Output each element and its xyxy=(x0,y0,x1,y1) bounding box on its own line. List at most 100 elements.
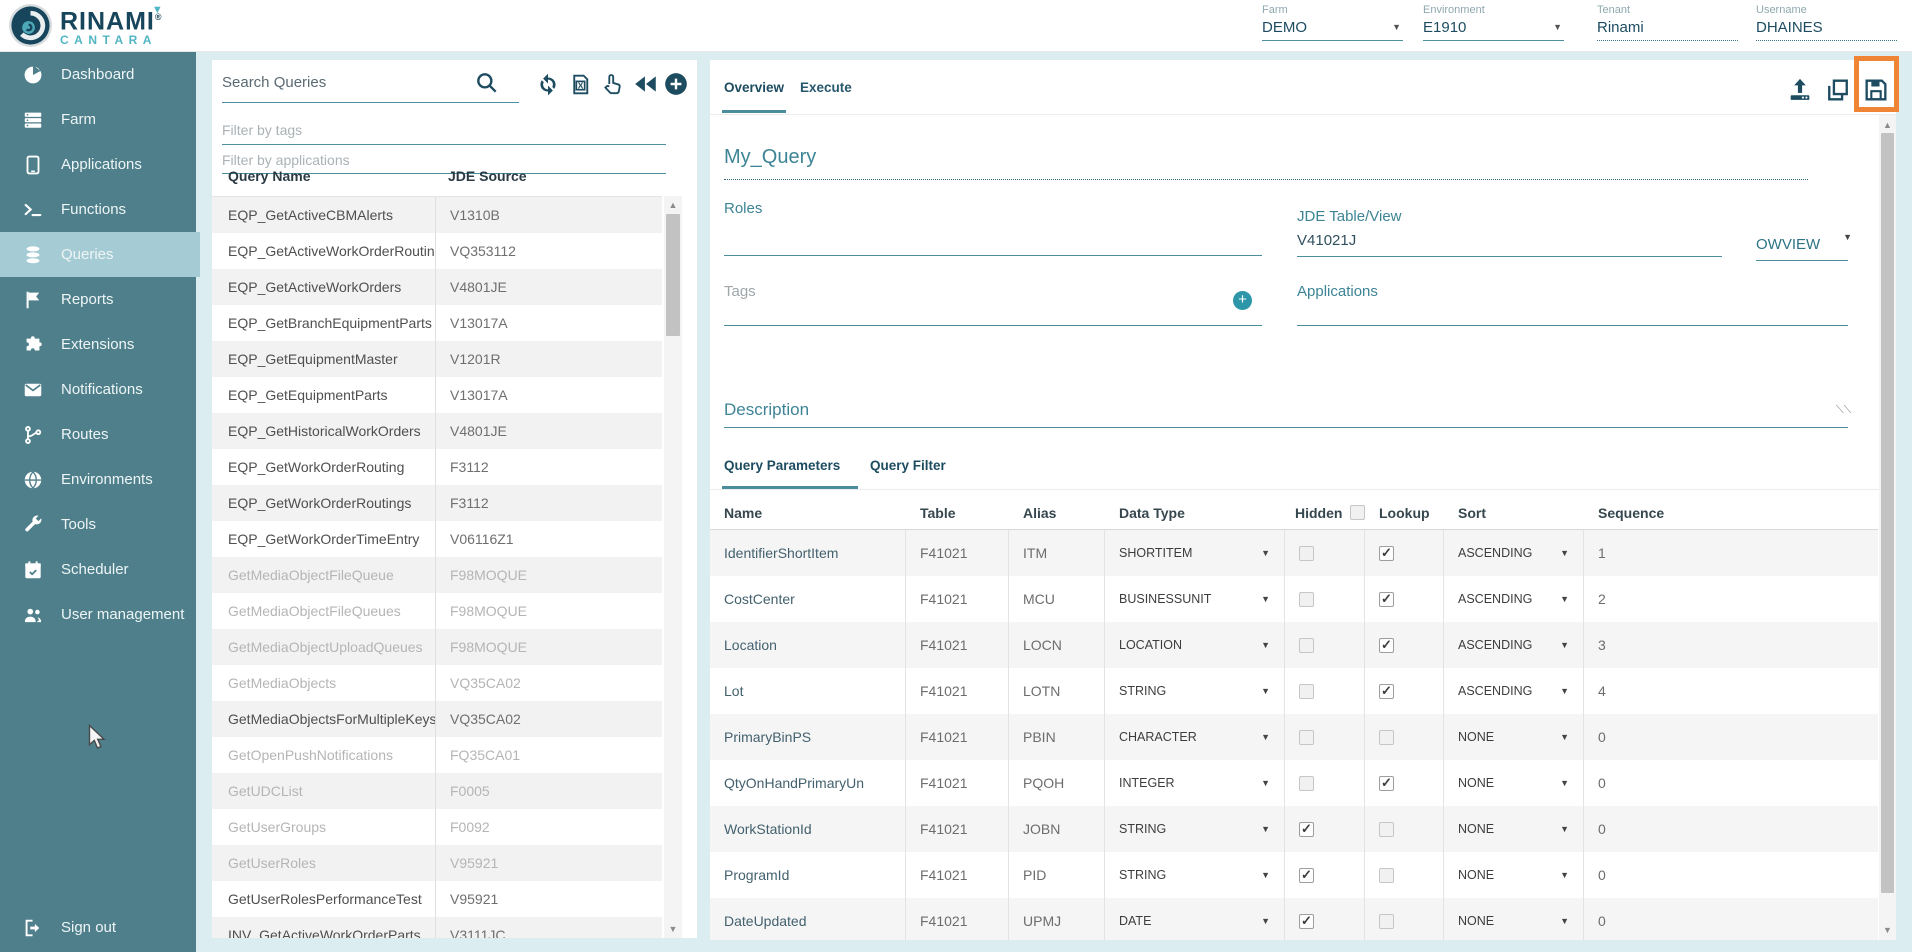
hidden-checkbox[interactable] xyxy=(1299,684,1314,699)
sort-select[interactable]: NONE▼ xyxy=(1444,852,1584,898)
copy-icon[interactable] xyxy=(1822,74,1854,106)
scroll-down-icon[interactable]: ▼ xyxy=(664,924,682,934)
data-type-select[interactable]: DATE▼ xyxy=(1105,898,1285,940)
data-type-select[interactable]: SHORTITEM▼ xyxy=(1105,530,1285,576)
scrollbar-thumb[interactable] xyxy=(1881,133,1894,893)
query-list-row[interactable]: GetUserRolesPerformanceTestV95921 xyxy=(212,881,662,917)
filter-tags-input[interactable]: Filter by tags xyxy=(222,122,302,138)
query-list-row[interactable]: EQP_GetEquipmentPartsV13017A xyxy=(212,377,662,413)
search-icon[interactable] xyxy=(474,70,500,96)
query-list-row[interactable]: GetMediaObjectUploadQueuesF98MOQUE xyxy=(212,629,662,665)
data-type-select[interactable]: BUSINESSUNIT▼ xyxy=(1105,576,1285,622)
query-list-row[interactable]: EQP_GetHistoricalWorkOrdersV4801JE xyxy=(212,413,662,449)
sort-select[interactable]: ASCENDING▼ xyxy=(1444,576,1584,622)
refresh-icon[interactable] xyxy=(534,70,562,98)
query-list-row[interactable]: EQP_GetEquipmentMasterV1201R xyxy=(212,341,662,377)
query-list-row[interactable]: EQP_GetBranchEquipmentPartsV13017A xyxy=(212,305,662,341)
query-list-row[interactable]: EQP_GetActiveWorkOrdersV4801JE xyxy=(212,269,662,305)
hidden-checkbox[interactable] xyxy=(1299,546,1314,561)
sidebar-item-user-management[interactable]: User management xyxy=(0,592,196,637)
search-input[interactable]: Search Queries xyxy=(222,74,326,91)
query-list-row[interactable]: INV_GetActiveWorkOrderPartsV3111JC xyxy=(212,917,662,938)
main-scrollbar[interactable]: ▲ ▼ xyxy=(1879,115,1896,940)
scrollbar-thumb[interactable] xyxy=(666,214,680,336)
data-type-select[interactable]: STRING▼ xyxy=(1105,806,1285,852)
hidden-checkbox[interactable] xyxy=(1299,730,1314,745)
sort-select[interactable]: ASCENDING▼ xyxy=(1444,530,1584,576)
query-list-row[interactable]: EQP_GetWorkOrderRoutingsF3112 xyxy=(212,485,662,521)
sidebar-item-applications[interactable]: Applications xyxy=(0,142,196,187)
sort-select[interactable]: NONE▼ xyxy=(1444,898,1584,940)
description-field[interactable] xyxy=(724,427,1848,428)
query-list-row[interactable]: EQP_GetActiveCBMAlertsV1310B xyxy=(212,197,662,233)
sidebar-item-tools[interactable]: Tools xyxy=(0,502,196,547)
sidebar-item-farm[interactable]: Farm xyxy=(0,97,196,142)
tags-field[interactable]: Tags xyxy=(724,283,756,300)
lookup-checkbox[interactable] xyxy=(1379,730,1394,745)
tab-execute[interactable]: Execute xyxy=(800,80,852,95)
collapse-panel-icon[interactable] xyxy=(632,70,660,98)
sidebar-item-sign-out[interactable]: Sign out xyxy=(0,905,196,950)
query-list-scrollbar[interactable]: ▲ ▼ xyxy=(664,196,682,938)
sidebar-item-reports[interactable]: Reports xyxy=(0,277,196,322)
view-type-select[interactable]: OWVIEW▼ xyxy=(1756,236,1848,253)
environment-select[interactable]: Environment E1910▼ xyxy=(1423,4,1564,41)
filter-apps-input[interactable]: Filter by applications xyxy=(222,152,350,168)
query-list-row[interactable]: GetMediaObjectFileQueueF98MOQUE xyxy=(212,557,662,593)
scroll-up-icon[interactable]: ▲ xyxy=(1879,120,1896,130)
query-list-row[interactable]: EQP_GetWorkOrderTimeEntryV06116Z1 xyxy=(212,521,662,557)
sidebar-item-functions[interactable]: Functions xyxy=(0,187,196,232)
lookup-checkbox[interactable] xyxy=(1379,822,1394,837)
data-type-select[interactable]: STRING▼ xyxy=(1105,852,1285,898)
jde-table-field[interactable]: V41021J xyxy=(1297,232,1356,249)
query-list-row[interactable]: GetUDCListF0005 xyxy=(212,773,662,809)
data-type-select[interactable]: LOCATION▼ xyxy=(1105,622,1285,668)
touch-select-icon[interactable] xyxy=(598,70,626,98)
hidden-checkbox[interactable] xyxy=(1299,822,1314,837)
data-type-select[interactable]: INTEGER▼ xyxy=(1105,760,1285,806)
lookup-checkbox[interactable] xyxy=(1379,868,1394,883)
upload-icon[interactable] xyxy=(1784,74,1816,106)
tab-query-parameters[interactable]: Query Parameters xyxy=(724,458,840,473)
add-tag-icon[interactable]: + xyxy=(1233,291,1252,310)
roles-field[interactable] xyxy=(724,255,1262,256)
sort-select[interactable]: ASCENDING▼ xyxy=(1444,622,1584,668)
farm-select[interactable]: Farm DEMO▼ xyxy=(1262,4,1403,41)
resize-handle-icon[interactable]: ⟋⟋ xyxy=(1836,404,1851,417)
hidden-all-checkbox[interactable] xyxy=(1350,505,1365,520)
hidden-checkbox[interactable] xyxy=(1299,776,1314,791)
sidebar-item-queries[interactable]: Queries xyxy=(0,232,200,277)
sort-select[interactable]: NONE▼ xyxy=(1444,714,1584,760)
sort-select[interactable]: NONE▼ xyxy=(1444,806,1584,852)
query-list-row[interactable]: GetMediaObjectsForMultipleKeysVQ35CA02 xyxy=(212,701,662,737)
scroll-down-icon[interactable]: ▼ xyxy=(1879,925,1896,935)
query-list-row[interactable]: EQP_GetWorkOrderRoutingF3112 xyxy=(212,449,662,485)
sidebar-item-routes[interactable]: Routes xyxy=(0,412,196,457)
excel-export-icon[interactable]: X xyxy=(566,70,594,98)
query-list-row[interactable]: EQP_GetActiveWorkOrderRoutingsVQ353112 xyxy=(212,233,662,269)
tab-overview[interactable]: Overview xyxy=(724,80,784,95)
query-list-row[interactable]: GetUserGroupsF0092 xyxy=(212,809,662,845)
query-list-row[interactable]: GetMediaObjectFileQueuesF98MOQUE xyxy=(212,593,662,629)
sidebar-item-scheduler[interactable]: Scheduler xyxy=(0,547,196,592)
lookup-checkbox[interactable] xyxy=(1379,638,1394,653)
lookup-checkbox[interactable] xyxy=(1379,776,1394,791)
hidden-checkbox[interactable] xyxy=(1299,592,1314,607)
query-name-field[interactable]: My_Query xyxy=(724,146,816,169)
sort-select[interactable]: ASCENDING▼ xyxy=(1444,668,1584,714)
query-list-row[interactable]: GetUserRolesV95921 xyxy=(212,845,662,881)
tenant-field[interactable]: Tenant Rinami xyxy=(1597,4,1738,41)
lookup-checkbox[interactable] xyxy=(1379,684,1394,699)
query-list-row[interactable]: GetOpenPushNotificationsFQ35CA01 xyxy=(212,737,662,773)
sidebar-item-notifications[interactable]: Notifications xyxy=(0,367,196,412)
sidebar-item-extensions[interactable]: Extensions xyxy=(0,322,196,367)
hidden-checkbox[interactable] xyxy=(1299,914,1314,929)
tab-query-filter[interactable]: Query Filter xyxy=(870,458,946,473)
hidden-checkbox[interactable] xyxy=(1299,638,1314,653)
query-list-row[interactable]: GetMediaObjectsVQ35CA02 xyxy=(212,665,662,701)
sort-select[interactable]: NONE▼ xyxy=(1444,760,1584,806)
hidden-checkbox[interactable] xyxy=(1299,868,1314,883)
add-query-icon[interactable] xyxy=(662,70,690,98)
lookup-checkbox[interactable] xyxy=(1379,914,1394,929)
data-type-select[interactable]: CHARACTER▼ xyxy=(1105,714,1285,760)
